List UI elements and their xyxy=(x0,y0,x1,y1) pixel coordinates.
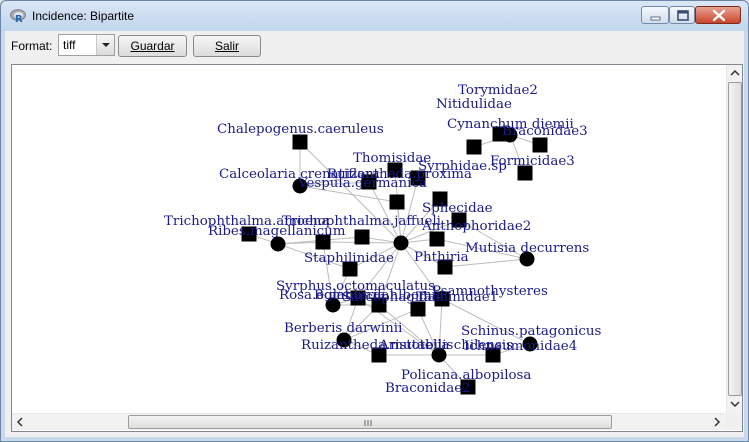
minimize-icon xyxy=(650,16,661,21)
node-label: Braconidae2 xyxy=(385,381,471,396)
node-label: Schinus.patagonicus xyxy=(461,324,602,339)
pollinator-node xyxy=(466,139,482,155)
graph-labels: Torymidae2NitidulidaeCynanchum diemiiBra… xyxy=(164,83,602,396)
format-select[interactable]: tiff xyxy=(58,34,115,56)
window-title: Incidence: Bipartite xyxy=(32,9,135,23)
node-label: Anthophoridae2 xyxy=(421,219,531,234)
maximize-button[interactable] xyxy=(669,6,695,24)
vertical-scrollbar[interactable] xyxy=(726,65,743,413)
svg-text:R: R xyxy=(15,14,23,23)
scroll-down-icon[interactable] xyxy=(727,396,743,412)
plant-node xyxy=(393,235,409,251)
pollinator-node xyxy=(532,137,548,153)
toolbar: Format: tiff Guardar Salir xyxy=(5,31,744,61)
bipartite-graph: Torymidae2NitidulidaeCynanchum diemiiBra… xyxy=(164,83,602,396)
scroll-left-icon[interactable] xyxy=(12,414,28,430)
node-label: Staphilinidae xyxy=(304,251,394,266)
format-label: Format: xyxy=(11,39,53,53)
save-button-label: Guardar xyxy=(130,39,175,53)
format-dropdown-button[interactable] xyxy=(96,35,114,55)
graph-canvas[interactable]: Torymidae2 Nitidulidae Cynanchum diemii Bra… xyxy=(11,64,743,432)
node-label: Chalepogenus.caeruleus xyxy=(217,122,384,137)
client-area: Format: tiff Guardar Salir Torymidae2 Nit… xyxy=(5,31,744,437)
maximize-icon xyxy=(677,10,689,21)
scroll-right-icon[interactable] xyxy=(709,414,725,430)
node-label: Phthiria xyxy=(414,250,469,265)
horizontal-scrollbar[interactable] xyxy=(12,413,726,430)
node-label: Trichophthalma.jaffueli xyxy=(282,214,441,229)
exit-button[interactable]: Salir xyxy=(193,35,261,57)
graph-edge xyxy=(368,181,402,244)
node-label: Vespula.germanica xyxy=(297,176,427,191)
node-label: Braconidae3 xyxy=(502,124,588,139)
horizontal-scroll-thumb[interactable] xyxy=(128,415,612,429)
node-label: Berberis darwinii xyxy=(284,321,402,336)
app-window: R Incidence: Bipartite Format: tiff Guar… xyxy=(0,0,749,442)
chevron-down-icon xyxy=(102,43,110,47)
close-icon xyxy=(712,9,726,22)
node-label: Mutisia decurrens xyxy=(465,241,589,256)
save-button[interactable]: Guardar xyxy=(118,35,187,57)
scroll-up-icon[interactable] xyxy=(727,65,743,81)
pollinator-node xyxy=(389,194,405,210)
pollinator-node xyxy=(354,229,370,245)
exit-button-label: Salir xyxy=(214,39,239,53)
node-label: Ichneumonidae4 xyxy=(464,339,577,354)
r-logo-icon: R xyxy=(10,9,26,23)
scroll-corner xyxy=(726,413,742,430)
node-label: Psamnothysteres xyxy=(432,284,548,299)
close-button[interactable] xyxy=(695,6,741,24)
node-label: Torymidae2 xyxy=(458,83,538,98)
grip-icon xyxy=(364,420,372,426)
minimize-button[interactable] xyxy=(641,6,669,24)
title-bar[interactable]: R Incidence: Bipartite xyxy=(1,1,748,31)
node-label: Nitidulidae xyxy=(436,97,512,112)
vertical-scroll-thumb[interactable] xyxy=(728,82,742,396)
format-select-value: tiff xyxy=(63,38,76,52)
